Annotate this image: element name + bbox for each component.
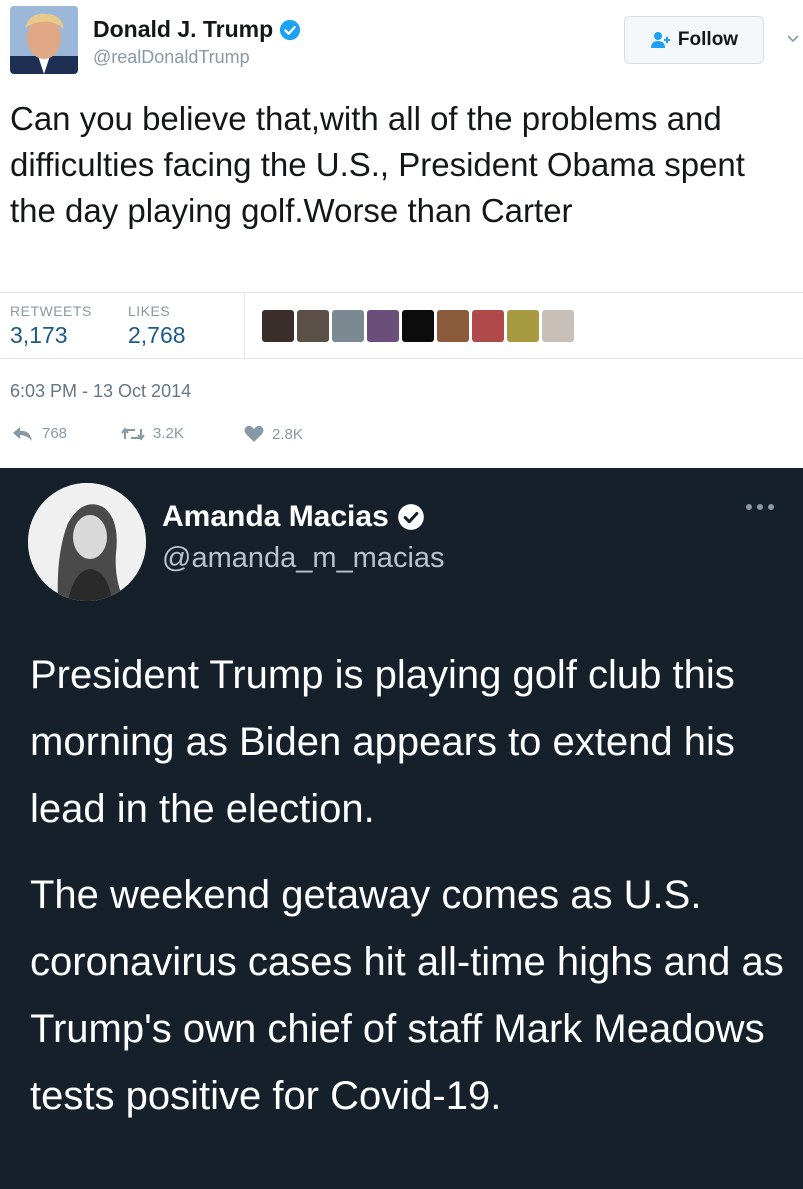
divider <box>0 358 803 359</box>
heart-icon <box>244 425 264 442</box>
avatar-macias[interactable] <box>28 483 146 601</box>
reply-icon <box>13 426 32 441</box>
verified-icon <box>397 504 424 530</box>
like-count: 2.8K <box>272 425 303 443</box>
handle[interactable]: @realDonaldTrump <box>93 47 250 68</box>
retweet-icon <box>121 426 145 441</box>
tweet-paragraph-1: President Trump is playing golf club thi… <box>30 653 735 831</box>
timestamp[interactable]: 6:03 PM - 13 Oct 2014 <box>10 381 191 402</box>
divider <box>0 292 803 293</box>
like-button[interactable]: 2.8K <box>244 425 303 443</box>
tweet-trump: Donald J. Trump @realDonaldTrump Follow … <box>0 0 803 468</box>
retweets-label: RETWEETS <box>10 303 92 319</box>
avatar-trump[interactable] <box>10 6 78 74</box>
chevron-down-icon[interactable] <box>785 30 801 46</box>
display-name-text[interactable]: Amanda Macias <box>162 500 389 534</box>
retweets-value[interactable]: 3,173 <box>10 322 68 349</box>
retweet-button[interactable]: 3.2K <box>121 425 184 442</box>
liker-avatar[interactable] <box>472 310 504 342</box>
display-name[interactable]: Donald J. Trump <box>93 16 301 43</box>
liker-avatar[interactable] <box>367 310 399 342</box>
liker-avatar[interactable] <box>507 310 539 342</box>
display-name-text[interactable]: Donald J. Trump <box>93 16 273 43</box>
follow-button[interactable]: Follow <box>624 16 764 64</box>
follow-label: Follow <box>677 29 739 50</box>
reply-count: 768 <box>42 425 68 442</box>
tweet-paragraph-2: The weekend getaway comes as U.S. corona… <box>30 873 784 1118</box>
more-options-icon[interactable] <box>746 504 774 510</box>
tweet-text: Can you believe that,with all of the pro… <box>10 100 745 229</box>
liker-avatar[interactable] <box>297 310 329 342</box>
liker-avatar[interactable] <box>332 310 364 342</box>
liker-avatar[interactable] <box>402 310 434 342</box>
add-user-icon <box>650 31 672 49</box>
handle[interactable]: @amanda_m_macias <box>162 542 445 575</box>
liker-avatar[interactable] <box>542 310 574 342</box>
liker-avatar[interactable] <box>262 310 294 342</box>
liker-avatars <box>262 310 574 342</box>
likes-value[interactable]: 2,768 <box>128 322 186 349</box>
verified-icon <box>280 19 301 40</box>
divider <box>244 292 245 358</box>
retweet-count: 3.2K <box>153 425 184 442</box>
liker-avatar[interactable] <box>437 310 469 342</box>
likes-label: LIKES <box>128 303 171 319</box>
display-name[interactable]: Amanda Macias <box>162 500 425 534</box>
reply-button[interactable]: 768 <box>12 425 67 442</box>
tweet-macias: Amanda Macias @amanda_m_macias President… <box>0 470 803 1189</box>
